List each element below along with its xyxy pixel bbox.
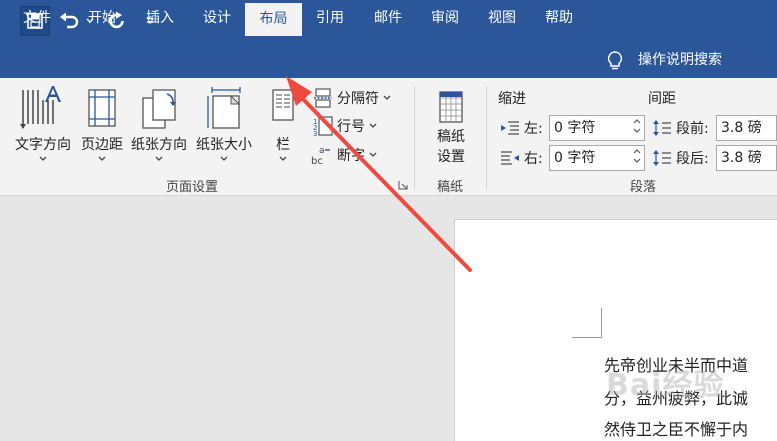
hyphenation-button[interactable]: a bc 断字 xyxy=(311,144,381,166)
tab-insert[interactable]: 插入 xyxy=(136,0,184,36)
ribbon-layout: 文字方向 页边距 纸张方向 纸张大小 栏 分隔符 1 2 3 行号 a bc 断… xyxy=(0,78,777,196)
indent-right-stepper[interactable] xyxy=(630,145,644,171)
chevron-down-icon xyxy=(98,156,106,161)
chevron-down-icon xyxy=(633,128,641,133)
line-numbers-button[interactable]: 1 2 3 行号 xyxy=(313,116,381,136)
chevron-down-icon xyxy=(39,156,47,161)
breaks-button[interactable]: 分隔符 xyxy=(313,88,395,108)
chevron-down-icon xyxy=(369,152,377,157)
breaks-label: 分隔符 xyxy=(337,91,379,107)
watermark: Bai经验 xyxy=(606,368,725,403)
indent-right-label-group: 右: xyxy=(500,148,543,168)
tab-home[interactable]: 开始 xyxy=(78,0,126,36)
group-separator xyxy=(486,86,487,190)
text-direction-icon xyxy=(20,86,61,129)
chevron-down-icon xyxy=(383,95,391,100)
chevron-up-icon xyxy=(633,119,641,124)
margins-button[interactable]: 页边距 xyxy=(77,86,127,162)
size-button[interactable]: 纸张大小 xyxy=(192,86,256,162)
margins-icon xyxy=(88,89,116,127)
line-numbers-label: 行号 xyxy=(337,119,365,135)
breaks-icon xyxy=(314,88,332,108)
chevron-down-icon xyxy=(369,123,377,128)
tab-references[interactable]: 引用 xyxy=(306,0,354,36)
spacing-after-label: 段后: xyxy=(676,151,709,167)
tab-help[interactable]: 帮助 xyxy=(534,0,584,36)
chevron-down-icon xyxy=(633,158,641,163)
orientation-icon xyxy=(142,89,176,129)
spacing-header: 间距 xyxy=(648,91,676,107)
manuscript-settings-label-line2: 设置 xyxy=(437,149,465,165)
spacing-after-label-group: 段后: xyxy=(652,148,709,168)
tab-layout[interactable]: 布局 xyxy=(245,3,302,36)
lightbulb-icon[interactable] xyxy=(604,50,626,72)
tab-review[interactable]: 审阅 xyxy=(421,0,469,36)
line-numbers-icon: 1 2 3 xyxy=(313,116,333,136)
manuscript-group-label: 稿纸 xyxy=(437,180,464,195)
spacing-before-icon xyxy=(653,120,671,136)
indent-header: 缩进 xyxy=(498,91,526,107)
spacing-before-label-group: 段前: xyxy=(652,118,709,138)
indent-left-label-group: 左: xyxy=(500,118,543,138)
indent-right-label: 右: xyxy=(524,151,543,167)
size-label: 纸张大小 xyxy=(196,137,252,153)
svg-text:bc: bc xyxy=(311,156,323,166)
indent-left-label: 左: xyxy=(524,121,543,137)
paper-size-icon xyxy=(207,87,241,129)
chevron-up-icon xyxy=(633,149,641,154)
chevron-down-icon xyxy=(220,156,228,161)
hyphenation-label: 断字 xyxy=(337,148,365,164)
tell-me-search[interactable]: 操作说明搜索 xyxy=(638,42,722,78)
svg-text:a: a xyxy=(319,146,325,156)
columns-icon xyxy=(272,89,294,121)
manuscript-settings-label-line1: 稿纸 xyxy=(437,129,465,145)
spacing-after-icon xyxy=(653,150,671,166)
svg-text:3: 3 xyxy=(313,130,317,136)
spacing-before-label: 段前: xyxy=(676,121,709,137)
margins-label: 页边距 xyxy=(81,137,123,153)
spacing-after-input[interactable]: 3.8 磅 xyxy=(716,145,777,171)
chevron-down-icon xyxy=(279,156,287,161)
spacing-before-input[interactable]: 3.8 磅 xyxy=(716,115,777,141)
indent-left-stepper[interactable] xyxy=(630,115,644,141)
text-direction-button[interactable]: 文字方向 xyxy=(10,86,76,162)
indent-left-icon xyxy=(501,121,519,135)
orientation-label: 纸张方向 xyxy=(131,137,187,153)
text-direction-label: 文字方向 xyxy=(15,137,71,153)
manuscript-settings-button[interactable]: 稿纸 设置 xyxy=(424,90,478,166)
columns-label: 栏 xyxy=(276,137,290,153)
indent-right-icon xyxy=(501,151,519,165)
page-setup-launcher-icon[interactable] xyxy=(398,180,408,190)
hyphenation-icon: a bc xyxy=(311,146,330,166)
chevron-down-icon xyxy=(155,156,163,161)
manuscript-paper-icon xyxy=(439,91,463,123)
tab-design[interactable]: 设计 xyxy=(194,0,240,36)
undo-icon xyxy=(60,12,79,29)
margin-corner-mark xyxy=(572,308,602,338)
tab-file[interactable]: 文件 xyxy=(14,0,60,36)
paragraph-group-label: 段落 xyxy=(630,180,657,195)
columns-button[interactable]: 栏 xyxy=(262,86,304,162)
tab-view[interactable]: 视图 xyxy=(477,0,527,36)
page-setup-group-label: 页面设置 xyxy=(166,180,219,195)
document-line[interactable]: 然侍卫之臣不懈于内 xyxy=(604,416,748,440)
group-separator xyxy=(414,86,415,190)
orientation-button[interactable]: 纸张方向 xyxy=(127,86,191,162)
tab-mailings[interactable]: 邮件 xyxy=(364,0,412,36)
